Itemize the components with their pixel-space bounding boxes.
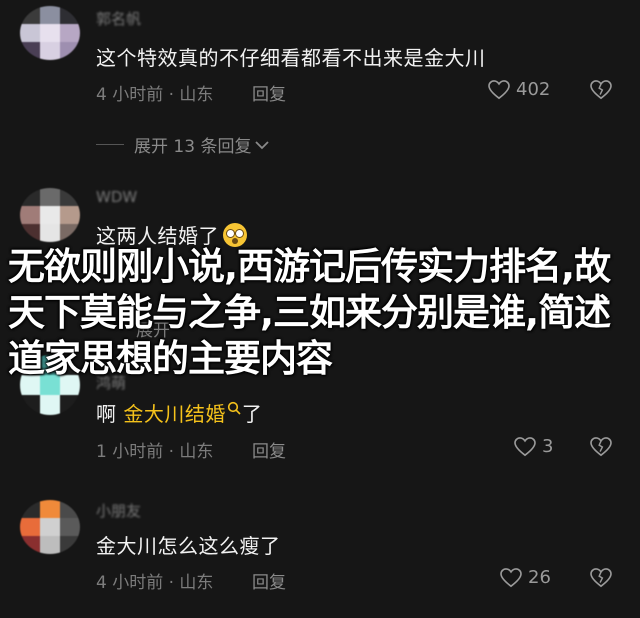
avatar-pixel [60,24,80,42]
divider-line [96,144,124,145]
avatar[interactable] [20,500,80,554]
comment-username[interactable]: 小朋友 [96,500,141,521]
heart-icon [488,79,510,99]
reply-button[interactable]: 回复 [252,80,286,105]
avatar-pixel [40,24,60,42]
like-button[interactable]: 3 [514,436,553,457]
avatar-pixel [40,206,60,224]
avatar-pixel [60,395,80,415]
comment-text: 金大川怎么这么瘦了 [96,534,281,558]
dislike-button[interactable] [590,437,612,457]
like-count: 402 [516,79,551,100]
avatar[interactable] [20,188,80,242]
comment-username[interactable]: WDW [96,188,137,206]
avatar-pixel [40,188,60,206]
heart-icon [500,567,522,587]
reply-button[interactable]: 回复 [252,568,286,593]
comment-text: 啊 金大川结婚了 [96,398,262,427]
avatar-pixel [40,224,60,242]
avatar-pixel [20,500,40,518]
broken-heart-icon [590,437,612,457]
avatar-pixel [40,518,60,536]
avatar-pixel [20,536,40,554]
avatar-pixel [60,188,80,206]
mention-link[interactable]: 金大川结婚 [123,402,226,426]
avatar-pixel [20,224,40,242]
avatar-pixel [20,395,40,415]
expand-replies-button[interactable]: 展开 13 条回复 [134,132,270,157]
avatar-pixel [20,206,40,224]
chevron-down-icon [255,140,270,149]
heart-icon [514,436,536,456]
overlay-caption: 无欲则刚小说,西游记后传实力排名,故天下莫能与之争,三如来分别是谁,简述道家思想… [8,245,611,380]
like-button[interactable]: 402 [488,79,550,100]
avatar-pixel [60,42,80,60]
avatar-pixel [20,24,40,42]
expand-replies: 展开 13 条回复 [96,132,270,157]
comment-time-location: 1 小时前 · 山东 [96,442,214,462]
avatar-pixel [60,518,80,536]
avatar-pixel [40,395,60,415]
expand-replies-label: 展开 13 条回复 [134,137,252,157]
avatar-pixel [40,42,60,60]
comment-text-prefix: 啊 [96,402,124,426]
broken-heart-icon [590,80,612,100]
avatar-pixel [40,6,60,24]
like-count: 3 [542,436,554,457]
avatar-pixel [20,188,40,206]
broken-heart-icon [590,568,612,588]
avatar-pixel [60,224,80,242]
avatar-pixel [40,500,60,518]
reply-button[interactable]: 回复 [252,437,286,462]
comment-text-suffix: 了 [241,402,263,426]
search-icon[interactable] [227,401,241,415]
avatar-pixel [60,6,80,24]
avatar-pixel [60,206,80,224]
avatar-pixel [60,500,80,518]
like-button[interactable]: 26 [500,567,551,588]
avatar-pixel [20,518,40,536]
comment-time-location: 4 小时前 · 山东 [96,573,214,593]
comment-time-location: 4 小时前 · 山东 [96,85,214,105]
comment-username[interactable]: 郭名帆 [96,8,141,29]
like-count: 26 [528,567,551,588]
avatar-pixel [60,536,80,554]
avatar[interactable] [20,6,80,60]
dislike-button[interactable] [590,568,612,588]
avatar-pixel [20,42,40,60]
dislike-button[interactable] [590,80,612,100]
avatar-pixel [40,536,60,554]
comment-text: 这个特效真的不仔细看都看不出来是金大川 [96,46,486,70]
avatar-pixel [20,6,40,24]
